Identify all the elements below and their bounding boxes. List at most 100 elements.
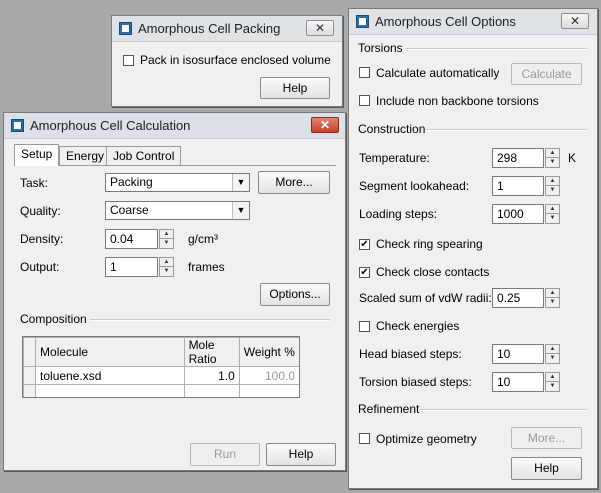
torsions-group-label: Torsions: [358, 41, 403, 55]
spin-down-icon[interactable]: ▼: [546, 186, 559, 195]
spin-down-icon[interactable]: ▼: [546, 354, 559, 363]
segment-label: Segment lookahead:: [359, 179, 470, 193]
spin-up-icon[interactable]: ▲: [546, 205, 559, 214]
calc-auto-label: Calculate automatically: [376, 66, 500, 80]
tab-job-control[interactable]: Job Control: [106, 146, 182, 166]
close-icon[interactable]: ✕: [561, 13, 589, 29]
head-label: Head biased steps:: [359, 347, 462, 361]
table-row[interactable]: [23, 384, 299, 397]
torsion-label: Torsion biased steps:: [359, 375, 472, 389]
composition-table: Molecule Mole Ratio Weight % toluene.xsd…: [23, 337, 299, 397]
density-input[interactable]: 0.04: [105, 229, 158, 249]
ring-spearing-label: Check ring spearing: [376, 237, 483, 251]
packing-help-button[interactable]: Help: [260, 77, 330, 99]
segment-stepper[interactable]: ▲ ▼: [545, 176, 560, 196]
row-header[interactable]: [23, 366, 37, 385]
loading-input[interactable]: 1000: [492, 204, 544, 224]
mole-ratio-cell[interactable]: [183, 384, 240, 397]
app-icon: [11, 119, 24, 132]
tab-strip: Setup Energy Job Control: [14, 144, 334, 166]
spin-up-icon[interactable]: ▲: [160, 230, 173, 239]
quality-label: Quality:: [20, 204, 61, 218]
run-button[interactable]: Run: [190, 443, 260, 466]
output-unit: frames: [188, 260, 225, 274]
temperature-unit: K: [568, 151, 577, 165]
torsion-stepper[interactable]: ▲ ▼: [545, 372, 560, 392]
spin-up-icon[interactable]: ▲: [546, 345, 559, 354]
torsion-input[interactable]: 10: [492, 372, 544, 392]
table-row[interactable]: toluene.xsd 1.0 100.0: [23, 366, 299, 385]
calc-help-button[interactable]: Help: [266, 443, 336, 466]
tab-energy[interactable]: Energy: [59, 146, 112, 166]
density-stepper[interactable]: ▲ ▼: [159, 229, 174, 249]
tab-setup[interactable]: Setup: [14, 144, 60, 166]
temperature-input[interactable]: 298: [492, 148, 544, 168]
loading-stepper[interactable]: ▲ ▼: [545, 204, 560, 224]
optimize-checkbox[interactable]: [359, 433, 370, 444]
composition-table-frame: Molecule Mole Ratio Weight % toluene.xsd…: [22, 336, 300, 398]
head-input[interactable]: 10: [492, 344, 544, 364]
refinement-divider: [420, 409, 587, 411]
spin-up-icon[interactable]: ▲: [160, 258, 173, 267]
vdw-stepper[interactable]: ▲ ▼: [545, 288, 560, 308]
weight-cell: 100.0: [238, 366, 299, 385]
energies-label: Check energies: [376, 319, 460, 333]
row-header-corner: [23, 337, 37, 367]
spin-down-icon[interactable]: ▼: [546, 298, 559, 307]
non-backbone-label: Include non backbone torsions: [376, 94, 539, 108]
head-stepper[interactable]: ▲ ▼: [545, 344, 560, 364]
calc-auto-checkbox[interactable]: [359, 67, 370, 78]
close-contacts-checkbox[interactable]: ✔: [359, 267, 370, 278]
close-icon[interactable]: ✕: [306, 20, 334, 36]
construction-group-label: Construction: [358, 122, 426, 136]
spin-up-icon[interactable]: ▲: [546, 177, 559, 186]
options-help-button[interactable]: Help: [511, 457, 582, 480]
row-header[interactable]: [23, 384, 37, 397]
vdw-input[interactable]: 0.25: [492, 288, 544, 308]
calculation-window: Amorphous Cell Calculation ✕ Setup Energ…: [3, 112, 346, 471]
task-label: Task:: [20, 176, 49, 190]
ring-spearing-checkbox[interactable]: ✔: [359, 239, 370, 250]
quality-value: Coarse: [110, 203, 149, 217]
task-select[interactable]: Packing ▼: [105, 173, 250, 192]
temperature-stepper[interactable]: ▲ ▼: [545, 148, 560, 168]
options-window: Amorphous Cell Options ✕ Torsions Calcul…: [348, 8, 598, 489]
torsions-divider: [407, 48, 587, 50]
calculate-button[interactable]: Calculate: [511, 63, 582, 85]
calculation-titlebar[interactable]: Amorphous Cell Calculation ✕: [4, 113, 345, 139]
segment-input[interactable]: 1: [492, 176, 544, 196]
close-icon[interactable]: ✕: [311, 117, 339, 133]
isosurface-checkbox[interactable]: [123, 55, 134, 66]
options-button[interactable]: Options...: [260, 283, 330, 306]
options-titlebar[interactable]: Amorphous Cell Options ✕: [349, 9, 597, 35]
molecule-cell[interactable]: toluene.xsd: [35, 366, 185, 385]
quality-select[interactable]: Coarse ▼: [105, 201, 250, 220]
output-input[interactable]: 1: [105, 257, 158, 277]
energies-checkbox[interactable]: [359, 321, 370, 332]
spin-up-icon[interactable]: ▲: [546, 289, 559, 298]
chevron-down-icon[interactable]: ▼: [232, 174, 249, 191]
construction-divider: [425, 129, 587, 131]
spin-down-icon[interactable]: ▼: [160, 239, 173, 248]
spin-down-icon[interactable]: ▼: [546, 382, 559, 391]
output-stepper[interactable]: ▲ ▼: [159, 257, 174, 277]
more-button[interactable]: More...: [258, 171, 330, 194]
molecule-cell[interactable]: [35, 384, 185, 397]
optimize-label: Optimize geometry: [376, 432, 477, 446]
column-header-mole-ratio[interactable]: Mole Ratio: [183, 337, 240, 367]
temperature-label: Temperature:: [359, 151, 430, 165]
chevron-down-icon[interactable]: ▼: [232, 202, 249, 219]
packing-titlebar[interactable]: Amorphous Cell Packing ✕: [112, 16, 342, 42]
spin-up-icon[interactable]: ▲: [546, 373, 559, 382]
column-header-molecule[interactable]: Molecule: [35, 337, 185, 367]
column-header-weight[interactable]: Weight %: [238, 337, 299, 367]
options-more-button[interactable]: More...: [511, 427, 582, 449]
spin-down-icon[interactable]: ▼: [546, 214, 559, 223]
task-value: Packing: [110, 175, 153, 189]
non-backbone-checkbox[interactable]: [359, 95, 370, 106]
density-label: Density:: [20, 232, 64, 246]
spin-up-icon[interactable]: ▲: [546, 149, 559, 158]
spin-down-icon[interactable]: ▼: [546, 158, 559, 167]
mole-ratio-cell[interactable]: 1.0: [183, 366, 240, 385]
spin-down-icon[interactable]: ▼: [160, 267, 173, 276]
